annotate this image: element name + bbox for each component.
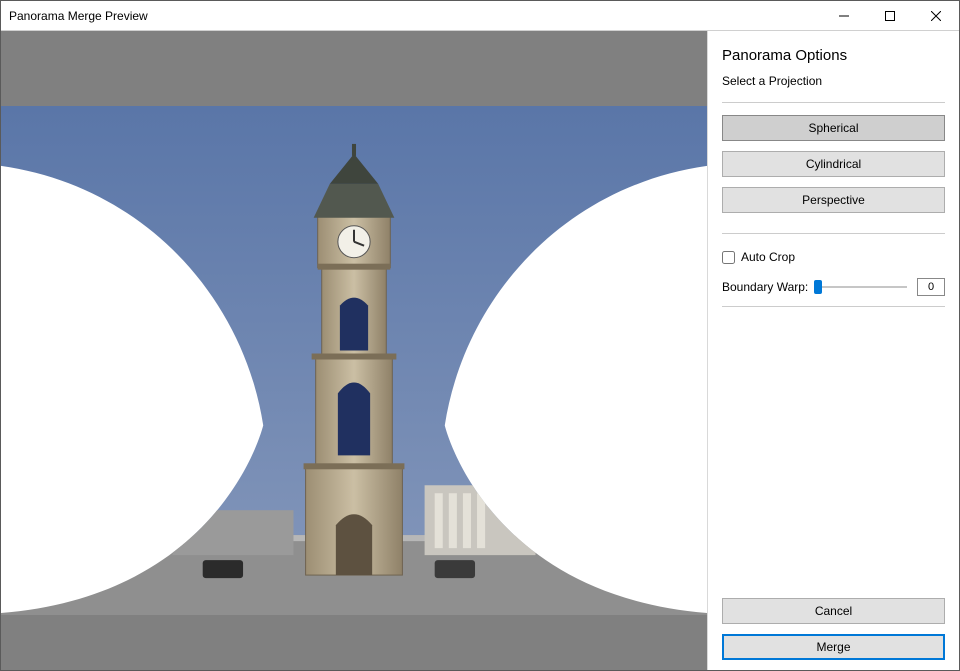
cancel-button[interactable]: Cancel: [722, 598, 945, 624]
options-panel: Panorama Options Select a Projection Sph…: [707, 31, 959, 670]
slider-thumb[interactable]: [814, 280, 822, 294]
preview-canvas: [1, 31, 707, 670]
panel-spacer: [722, 319, 945, 588]
divider: [722, 233, 945, 234]
window-title: Panorama Merge Preview: [9, 9, 821, 23]
window-controls: [821, 1, 959, 30]
projection-label: Select a Projection: [722, 74, 945, 88]
letterbox-top: [1, 31, 707, 106]
auto-crop-row[interactable]: Auto Crop: [722, 250, 945, 264]
maximize-icon: [885, 11, 895, 21]
boundary-warp-label: Boundary Warp:: [722, 280, 808, 294]
close-button[interactable]: [913, 1, 959, 30]
titlebar: Panorama Merge Preview: [1, 1, 959, 31]
slider-track: [818, 286, 907, 288]
merge-button[interactable]: Merge: [722, 634, 945, 660]
projection-spherical-button[interactable]: Spherical: [722, 115, 945, 141]
boundary-warp-value[interactable]: 0: [917, 278, 945, 296]
minimize-button[interactable]: [821, 1, 867, 30]
projection-cylindrical-button[interactable]: Cylindrical: [722, 151, 945, 177]
content-area: Panorama Options Select a Projection Sph…: [1, 31, 959, 670]
boundary-warp-slider[interactable]: [814, 278, 911, 296]
panorama-image: [1, 106, 707, 615]
boundary-warp-row: Boundary Warp: 0: [722, 278, 945, 296]
minimize-icon: [839, 11, 849, 21]
auto-crop-checkbox[interactable]: [722, 251, 735, 264]
preview-pane: [1, 31, 707, 670]
auto-crop-label: Auto Crop: [741, 250, 795, 264]
panel-heading: Panorama Options: [722, 47, 945, 64]
divider: [722, 306, 945, 307]
maximize-button[interactable]: [867, 1, 913, 30]
letterbox-bottom: [1, 615, 707, 670]
close-icon: [931, 11, 941, 21]
divider: [722, 102, 945, 103]
projection-perspective-button[interactable]: Perspective: [722, 187, 945, 213]
app-window: Panorama Merge Preview: [0, 0, 960, 671]
